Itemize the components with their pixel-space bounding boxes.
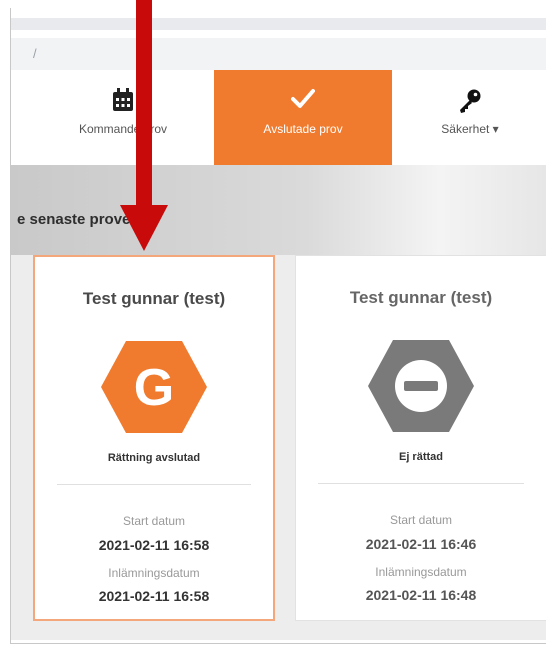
app-frame: / Kommande prov Avslutade prov Säkerhet … [10,8,546,644]
annotation-arrow-shaft [136,0,152,210]
annotation-arrow-head [120,205,168,251]
exam-status: Rättning avslutad [107,452,201,464]
nav-sakerhet[interactable]: Säkerhet ▾ [393,70,546,165]
exam-card[interactable]: Test gunnar (test) Ej rättad Start datum… [295,255,546,621]
submit-date-label: Inlämningsdatum [108,566,200,580]
nav-avslutade-prov[interactable]: Avslutade prov [214,70,392,165]
start-date-label: Start datum [389,513,453,527]
exam-title: Test gunnar (test) [82,289,226,308]
browser-tab-strip [11,18,546,30]
main-nav: Kommande prov Avslutade prov Säkerhet ▾ [11,70,546,165]
address-text: / [33,46,37,61]
not-graded-hexagon-icon [368,340,474,432]
nav-avslutade-prov-label: Avslutade prov [263,122,343,136]
exam-status: Ej rättad [398,451,443,463]
nav-kommande-prov-label: Kommande prov [78,122,168,136]
nav-sakerhet-label: Säkerhet ▾ [441,122,499,136]
grade-letter: G [134,359,174,417]
nav-kommande-prov[interactable]: Kommande prov [33,70,213,165]
recent-exams-header: e senaste proven [11,165,546,255]
submit-date-value: 2021-02-11 16:48 [365,587,477,603]
start-date-value: 2021-02-11 16:58 [98,537,210,553]
exam-title: Test gunnar (test) [349,288,493,307]
start-date-value: 2021-02-11 16:46 [365,536,477,552]
submit-date-label: Inlämningsdatum [375,565,467,579]
grade-hexagon-icon: G [101,341,207,433]
key-icon [393,88,546,116]
submit-date-value: 2021-02-11 16:58 [98,588,210,604]
calendar-icon [33,88,213,116]
start-date-label: Start datum [122,514,186,528]
divider [318,483,524,484]
divider [57,484,251,485]
exam-card[interactable]: Test gunnar (test) G Rättning avslutad S… [33,255,275,621]
exam-cards: Test gunnar (test) G Rättning avslutad S… [11,255,546,640]
check-icon [214,88,392,116]
